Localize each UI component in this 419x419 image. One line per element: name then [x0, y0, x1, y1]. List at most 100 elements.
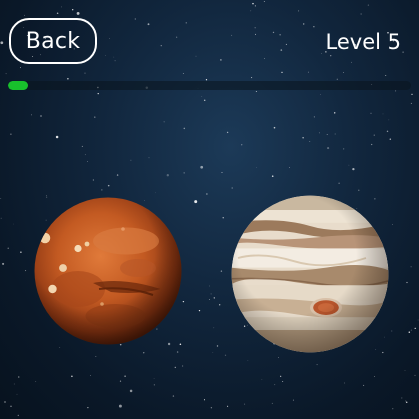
star — [320, 94, 321, 95]
star — [0, 217, 2, 219]
star — [143, 352, 145, 354]
star — [210, 407, 213, 409]
star — [410, 266, 412, 268]
star — [155, 192, 156, 194]
star — [71, 375, 73, 378]
star — [10, 133, 12, 135]
star — [373, 375, 376, 378]
star — [182, 365, 184, 367]
star — [318, 132, 320, 134]
star — [256, 166, 257, 168]
star — [351, 61, 352, 63]
star — [0, 41, 4, 45]
star — [153, 378, 155, 379]
star — [280, 375, 282, 377]
star — [326, 134, 328, 135]
star — [411, 93, 413, 95]
star — [220, 270, 223, 272]
star — [330, 55, 332, 57]
star — [206, 193, 208, 195]
star — [210, 293, 212, 295]
star — [16, 393, 18, 395]
star — [224, 354, 227, 356]
star — [67, 78, 69, 80]
mars-planet-icon — [34, 197, 182, 345]
star — [321, 53, 322, 54]
star — [263, 1, 265, 2]
star — [302, 23, 305, 25]
star — [414, 374, 416, 376]
star — [395, 90, 397, 92]
star — [405, 401, 408, 403]
star — [20, 251, 22, 253]
star — [250, 10, 252, 12]
mars-planet[interactable] — [33, 196, 183, 346]
star — [13, 383, 15, 385]
star — [392, 408, 394, 410]
star — [163, 121, 165, 123]
star — [176, 36, 178, 38]
star — [213, 297, 215, 299]
star — [255, 33, 257, 35]
star — [282, 381, 284, 383]
star — [39, 114, 43, 118]
star — [174, 366, 176, 369]
star — [195, 55, 197, 57]
star — [348, 164, 350, 166]
star — [92, 179, 94, 181]
star — [386, 130, 389, 133]
star — [172, 395, 175, 397]
star — [388, 119, 390, 121]
star — [313, 26, 315, 28]
star — [17, 414, 19, 417]
star — [84, 72, 86, 74]
star — [200, 165, 204, 169]
star — [4, 401, 6, 403]
star — [94, 116, 96, 118]
star — [130, 159, 132, 161]
star — [166, 174, 169, 177]
star — [261, 379, 263, 380]
star — [410, 329, 412, 331]
star — [343, 71, 344, 73]
star — [87, 406, 89, 409]
star — [391, 330, 393, 332]
star — [60, 6, 62, 8]
star — [148, 157, 150, 159]
star — [5, 73, 7, 75]
star — [203, 99, 206, 102]
star — [25, 270, 27, 272]
star — [367, 4, 370, 6]
star — [129, 389, 133, 393]
star — [87, 161, 88, 163]
star — [90, 375, 91, 377]
star — [389, 138, 392, 140]
star — [255, 91, 257, 92]
star — [254, 5, 257, 7]
star — [327, 147, 330, 150]
star — [147, 23, 150, 26]
star — [72, 9, 74, 11]
star — [408, 331, 411, 333]
back-button[interactable]: Back — [9, 18, 97, 64]
star — [289, 166, 290, 168]
star — [281, 71, 283, 74]
star — [183, 127, 186, 130]
level-progress-bar — [8, 81, 411, 90]
star — [134, 18, 136, 20]
star — [107, 184, 110, 187]
star — [358, 189, 360, 191]
jupiter-planet-icon — [231, 195, 389, 353]
star — [113, 56, 115, 58]
star — [247, 360, 249, 361]
star — [109, 38, 110, 39]
star — [392, 224, 393, 226]
star — [333, 112, 336, 114]
star — [404, 370, 406, 371]
star — [302, 137, 304, 139]
star — [31, 114, 32, 116]
star — [105, 55, 106, 56]
star — [280, 49, 283, 51]
star — [198, 309, 201, 312]
jupiter-planet[interactable] — [230, 194, 390, 354]
